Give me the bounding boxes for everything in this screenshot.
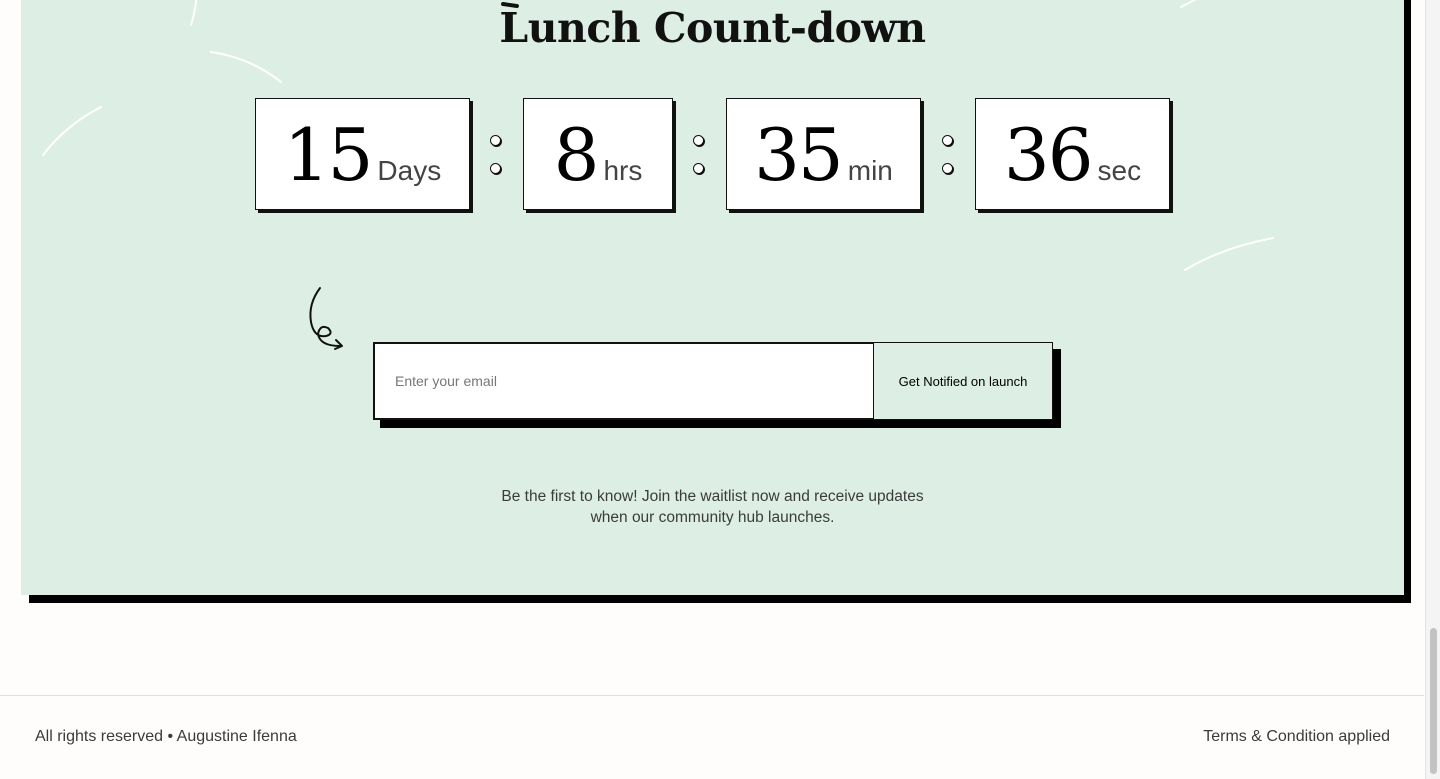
hours-unit: hrs <box>603 155 643 186</box>
footer-divider <box>0 695 1424 696</box>
colon-dots-icon <box>490 135 502 191</box>
get-notified-button[interactable]: Get Notified on launch <box>874 342 1053 420</box>
email-input[interactable] <box>373 342 875 420</box>
minutes-unit: min <box>847 155 893 186</box>
hours-value: 8 <box>553 113 600 197</box>
minutes-box: 35 min <box>726 98 921 210</box>
page-scrollbar[interactable] <box>1425 0 1440 779</box>
colon-dots-icon <box>693 135 705 191</box>
countdown-title: Lunch Count-down <box>499 4 926 52</box>
colon-dots-icon <box>942 135 954 191</box>
seconds-box: 36 sec <box>975 98 1170 210</box>
description-line-1: Be the first to know! Join the waitlist … <box>501 488 924 505</box>
seconds-value: 36 <box>1003 113 1094 197</box>
days-unit: Days <box>377 155 442 186</box>
description-line-2: when our community hub launches. <box>590 509 835 526</box>
scrollbar-thumb[interactable] <box>1430 628 1437 774</box>
terms-link[interactable]: Terms & Condition applied <box>1203 728 1390 746</box>
countdown-hero: Lunch Count-down 15 Days 8 hrs 35 min 36… <box>21 0 1404 595</box>
days-box: 15 Days <box>255 98 470 210</box>
footer-copyright: All rights reserved • Augustine Ifenna <box>35 728 297 745</box>
curly-arrow-icon <box>309 287 343 350</box>
seconds-unit: sec <box>1097 155 1142 186</box>
minutes-value: 35 <box>754 113 844 197</box>
hours-box: 8 hrs <box>523 98 673 210</box>
days-value: 15 <box>283 113 374 197</box>
waitlist-description: Be the first to know! Join the waitlist … <box>21 486 1404 528</box>
